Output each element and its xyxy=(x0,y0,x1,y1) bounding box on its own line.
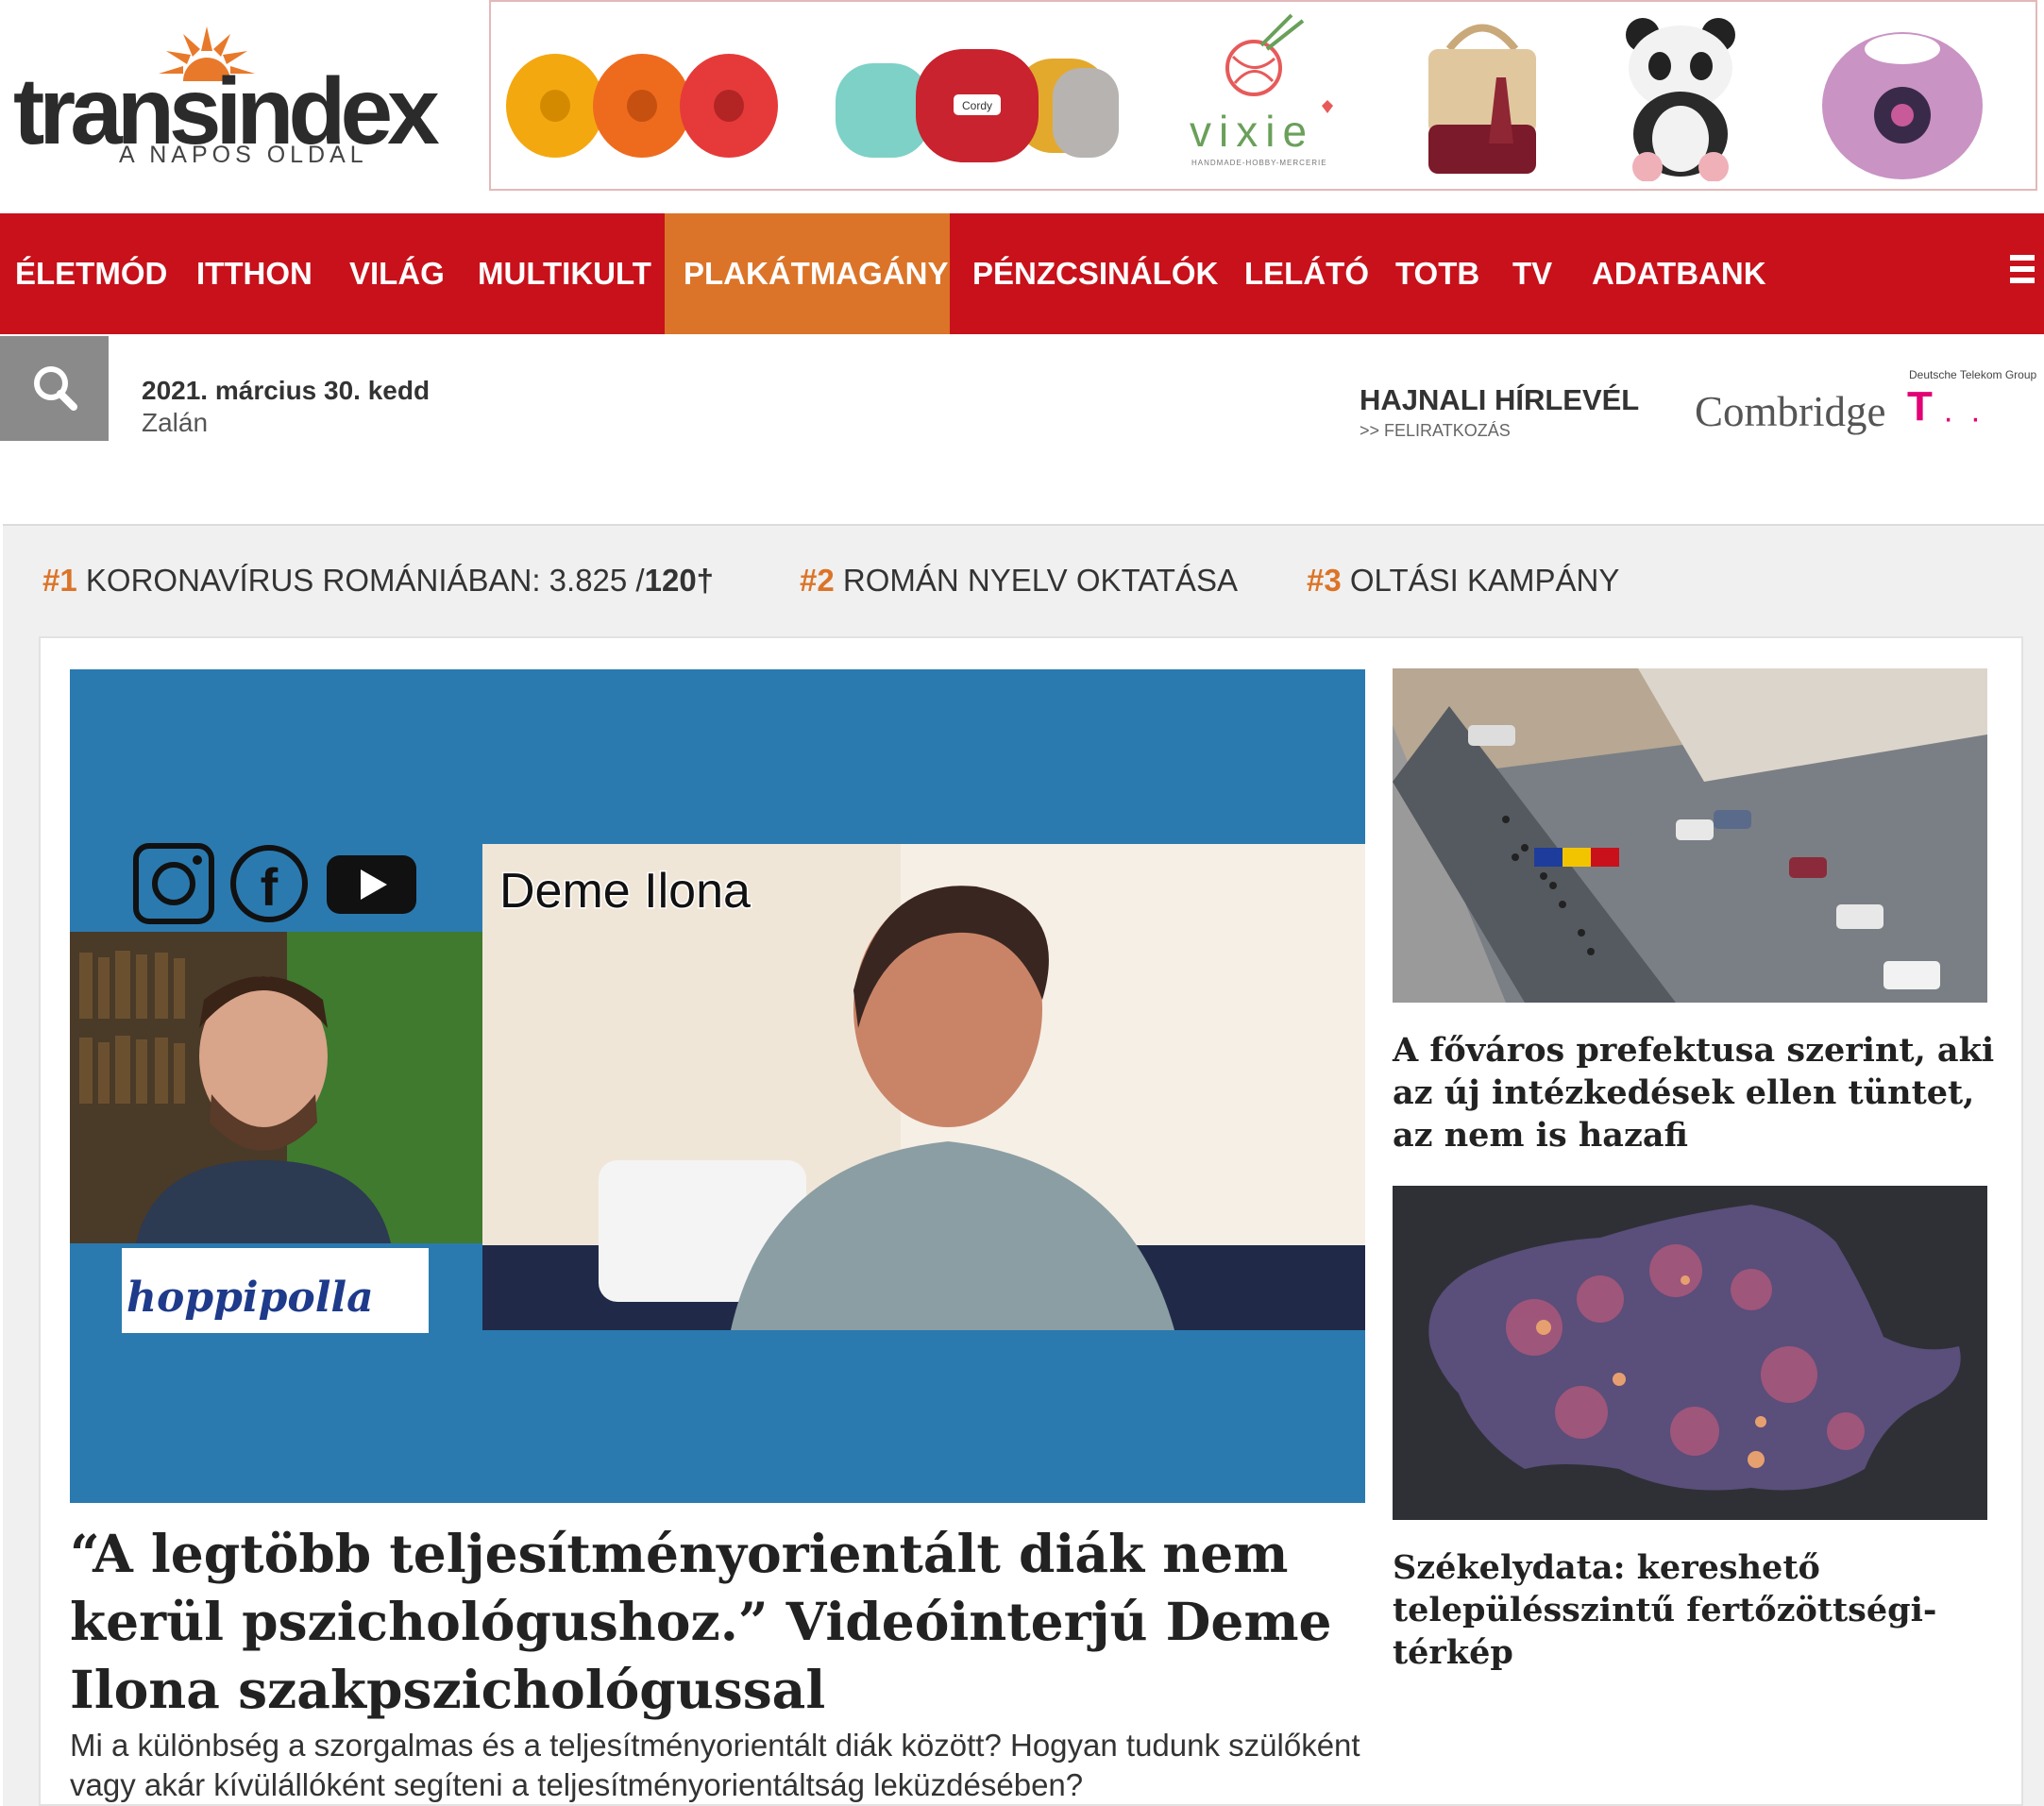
nav-item-tv[interactable]: TV xyxy=(1497,213,1567,334)
ad-banner[interactable]: Cordy vixie HANDMADE-HOBBY-MERCERIE xyxy=(489,0,2037,191)
svg-text:f: f xyxy=(261,857,279,917)
nav-item-lelato[interactable]: LELÁTÓ xyxy=(1229,213,1384,334)
sponsor-dt-group-text: Deutsche Telekom Group xyxy=(1909,368,2037,381)
nav-item-eletmod[interactable]: ÉLETMÓD xyxy=(0,213,182,334)
infection-map-image xyxy=(1393,1186,1987,1520)
trending-rank: #2 xyxy=(800,563,835,598)
trending-item-2[interactable]: #2 ROMÁN NYELV OKTATÁSA xyxy=(800,563,1238,599)
side-article-1-title[interactable]: A főváros prefektusa szerint, aki az új … xyxy=(1393,1029,1997,1156)
hero-article-lead: Mi a különbség a szorgalmas és a teljesí… xyxy=(70,1728,1360,1802)
side-article-2-title[interactable]: Székelydata: kereshető településszintű f… xyxy=(1393,1546,1997,1674)
vixie-logo: vixie HANDMADE-HOBBY-MERCERIE xyxy=(1180,11,1369,181)
nav-item-adatbank[interactable]: ADATBANK xyxy=(1577,213,1782,334)
vixie-wordmark: vixie xyxy=(1190,107,1315,156)
nav-item-itthon[interactable]: ITTHON xyxy=(181,213,328,334)
nav-item-plakatmagany[interactable]: PLAKÁTMAGÁNY xyxy=(665,213,950,334)
trending-item-1[interactable]: #1 KORONAVÍRUS ROMÁNIÁBAN: 3.825 /120† xyxy=(42,563,714,599)
nav-item-vilag[interactable]: VILÁG xyxy=(334,213,460,334)
trending-rank: #1 xyxy=(42,563,77,598)
search-icon xyxy=(34,366,77,411)
side-article-2-image[interactable] xyxy=(1393,1186,1987,1520)
yarn-rolls-image xyxy=(506,54,778,158)
hero-article-title[interactable]: “A legtöbb teljesítményorientált diák ne… xyxy=(70,1520,1373,1724)
nav-item-totb[interactable]: TOTB xyxy=(1380,213,1495,334)
info-bar: 2021. március 30. kedd Zalán HAJNALI HÍR… xyxy=(0,334,2044,523)
site-header: transindex A NAPOS OLDAL Cordy vixie HAN… xyxy=(0,0,2044,213)
trending-item-3[interactable]: #3 OLTÁSI KAMPÁNY xyxy=(1307,563,1619,599)
trending-death-count: 120† xyxy=(644,563,715,598)
logo-tagline: A NAPOS OLDAL xyxy=(119,142,368,168)
hamburger-menu-icon[interactable] xyxy=(2010,255,2035,291)
nameday: Zalán xyxy=(142,408,209,437)
crochet-bag-image xyxy=(1428,24,1536,174)
trending-label: ROMÁN NYELV OKTATÁSA xyxy=(842,563,1238,598)
nav-item-multikult[interactable]: MULTIKULT xyxy=(463,213,667,334)
trending-label: OLTÁSI KAMPÁNY xyxy=(1349,563,1620,598)
crochet-panda-image xyxy=(1626,18,1735,181)
search-button[interactable] xyxy=(0,336,109,441)
trending-rank: #3 xyxy=(1307,563,1342,598)
video-speaker-name: Deme Ilona xyxy=(499,864,751,919)
newsletter-title[interactable]: HAJNALI HÍRLEVÉL xyxy=(1360,383,1639,417)
nav-item-penzcsinalok[interactable]: PÉNZCSINÁLÓK xyxy=(957,213,1233,334)
newsletter-subscribe-link[interactable]: >> FELIRATKOZÁS xyxy=(1360,421,1511,441)
round-bag-image xyxy=(1822,32,1983,179)
sponsor-combridge-logo[interactable]: Combridge xyxy=(1695,387,1885,436)
youtube-icon xyxy=(327,855,416,914)
street-protest-photo xyxy=(1393,668,1987,1003)
video-thumbnail: f hoppipolla Deme Ilona xyxy=(70,669,1365,1503)
vixie-subtitle: HANDMADE-HOBBY-MERCERIE xyxy=(1191,159,1327,167)
telekom-dots: · · xyxy=(1943,400,1985,436)
side-article-1-image[interactable] xyxy=(1393,668,1987,1003)
hoppipolla-logo-text: hoppipolla xyxy=(127,1274,374,1322)
cord-skeins-image: Cordy xyxy=(836,49,1119,162)
cord-label: Cordy xyxy=(962,99,992,112)
trending-label: KORONAVÍRUS ROMÁNIÁBAN: 3.825 / xyxy=(85,563,645,598)
main-nav: ÉLETMÓD ITTHON VILÁG MULTIKULT PLAKÁTMAG… xyxy=(0,213,2044,334)
telekom-logo-icon[interactable]: T xyxy=(1907,383,1933,430)
current-date: 2021. március 30. kedd xyxy=(142,376,431,405)
hero-article-image[interactable]: f hoppipolla Deme Ilona xyxy=(70,669,1365,1503)
site-logo[interactable]: transindex A NAPOS OLDAL xyxy=(13,19,440,179)
